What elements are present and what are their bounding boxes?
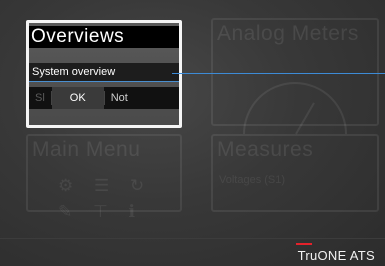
tile-title: Analog Meters — [217, 22, 359, 45]
overview-item-system[interactable]: System overview — [29, 63, 179, 81]
selection-rule — [29, 81, 179, 82]
device-screen: Analog Meters Main Menu ⚙ ☰ ↻ ✎ ⊤ ℹ Meas… — [0, 0, 385, 266]
ok-button[interactable]: OK — [51, 87, 104, 109]
divider — [0, 238, 385, 239]
tile-main-menu[interactable]: Main Menu ⚙ ☰ ↻ ✎ ⊤ ℹ — [26, 134, 182, 221]
callout-line — [172, 73, 385, 74]
settings-icons: ⚙ ☰ ↻ — [58, 176, 153, 195]
tools-icons: ✎ ⊤ ℹ — [58, 202, 143, 221]
softkey-bar: Sl OK Not — [29, 87, 179, 109]
softkey-right[interactable]: Not — [105, 87, 134, 109]
gauge-icon — [243, 82, 347, 134]
tile-title: Main Menu — [32, 138, 141, 161]
tile-measures[interactable]: Measures Voltages (S1) — [211, 134, 379, 212]
brand-mark — [296, 243, 312, 245]
tile-analog-meters[interactable]: Analog Meters — [211, 18, 379, 135]
softkey-left[interactable]: Sl — [29, 87, 51, 109]
measures-item: Voltages (S1) — [219, 174, 286, 186]
tile-overviews[interactable]: Overviews System overview Sl OK Not — [26, 20, 182, 128]
tile-title: Measures — [217, 138, 314, 161]
tile-title: Overviews — [29, 26, 179, 48]
brand-label: TruONE ATS — [297, 248, 375, 263]
